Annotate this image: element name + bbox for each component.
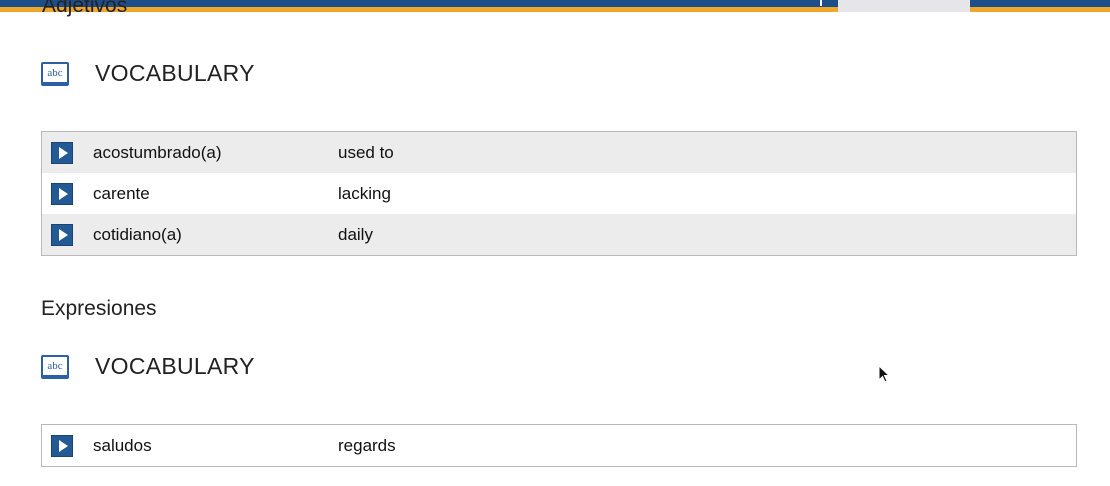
page: Adjetivos abc VOCABULARY acostumbrado(a)… — [0, 0, 1110, 486]
vocabulary-table: acostumbrado(a) used to carente lacking … — [41, 131, 1077, 256]
play-icon[interactable] — [51, 141, 73, 164]
top-bar — [0, 0, 1110, 12]
vocabulary-row: saludos regards — [42, 425, 1076, 466]
play-icon[interactable] — [51, 223, 73, 246]
vocabulary-table: saludos regards — [41, 424, 1077, 467]
vocabulary-row: carente lacking — [42, 173, 1076, 214]
vocabulary-translation: used to — [338, 142, 394, 162]
vocabulary-header: abc VOCABULARY — [41, 353, 255, 380]
vocabulary-header: abc VOCABULARY — [41, 60, 255, 87]
vocabulary-title: VOCABULARY — [95, 353, 255, 379]
vocabulary-term: cotidiano(a) — [93, 224, 182, 244]
mouse-cursor-icon — [878, 365, 891, 383]
abc-icon: abc — [41, 354, 69, 379]
top-bar-active-tab[interactable] — [838, 0, 970, 12]
section-heading-adjetivos: Adjetivos — [42, 0, 128, 17]
abc-icon: abc — [41, 61, 69, 86]
play-icon[interactable] — [51, 434, 73, 457]
vocabulary-translation: daily — [338, 224, 373, 244]
vocabulary-term: acostumbrado(a) — [93, 142, 222, 162]
vocabulary-term: carente — [93, 183, 150, 203]
vocabulary-term: saludos — [93, 435, 152, 455]
vocabulary-translation: lacking — [338, 183, 391, 203]
play-icon[interactable] — [51, 182, 73, 205]
vocabulary-row: cotidiano(a) daily — [42, 214, 1076, 255]
section-heading-expresiones: Expresiones — [41, 297, 157, 320]
vocabulary-translation: regards — [338, 435, 396, 455]
top-bar-divider — [820, 0, 822, 6]
vocabulary-row: acostumbrado(a) used to — [42, 132, 1076, 173]
vocabulary-title: VOCABULARY — [95, 60, 255, 86]
